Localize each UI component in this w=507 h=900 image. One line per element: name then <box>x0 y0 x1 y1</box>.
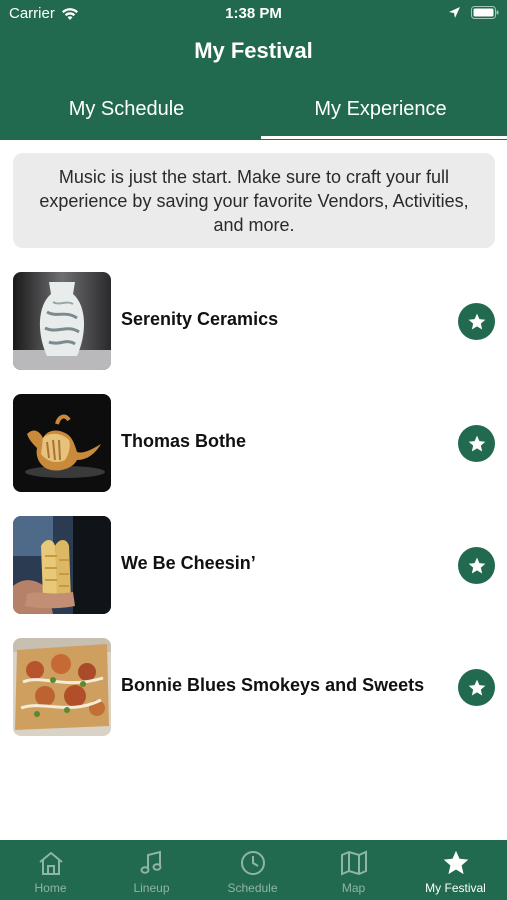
vendor-thumbnail <box>13 272 111 370</box>
tabbar-item-my-festival[interactable]: My Festival <box>404 840 507 900</box>
status-time: 1:38 PM <box>225 5 282 22</box>
info-banner: Music is just the start. Make sure to cr… <box>13 153 495 248</box>
tabbar-label: Lineup <box>133 881 170 895</box>
favorite-button[interactable] <box>458 669 495 706</box>
active-tab-indicator <box>261 136 507 139</box>
music-note-icon <box>140 850 161 874</box>
tabbar-label: Home <box>34 881 67 895</box>
page-title: My Festival <box>194 38 313 63</box>
star-icon <box>443 850 468 875</box>
status-bar: Carrier 1:38 PM <box>0 0 507 28</box>
tabbar-label: My Festival <box>425 881 486 895</box>
vendor-thumbnail <box>13 394 111 492</box>
star-icon <box>468 557 485 573</box>
tabbar-item-schedule[interactable]: Schedule <box>202 840 303 900</box>
favorite-button[interactable] <box>458 303 495 340</box>
location-arrow-icon <box>449 7 460 18</box>
list-item[interactable]: Thomas Bothe <box>0 394 507 494</box>
list-item[interactable]: We Be Cheesin’ <box>0 516 507 616</box>
battery-icon <box>471 6 499 19</box>
vendor-name: Serenity Ceramics <box>121 309 279 329</box>
home-icon <box>38 851 63 875</box>
list-item[interactable]: Bonnie Blues Smokeys and Sweets <box>0 638 507 738</box>
vendor-thumbnail <box>13 638 111 736</box>
tabbar-item-lineup[interactable]: Lineup <box>101 840 202 900</box>
vendor-name: Bonnie Blues Smokeys and Sweets <box>121 675 425 695</box>
star-icon <box>468 679 485 695</box>
star-icon <box>468 313 485 329</box>
favorite-button[interactable] <box>458 425 495 462</box>
tab-my-experience[interactable]: My Experience <box>254 98 507 121</box>
vendor-name: We Be Cheesin’ <box>121 553 256 573</box>
vendor-name: Thomas Bothe <box>121 431 247 451</box>
tabbar-item-home[interactable]: Home <box>0 840 101 900</box>
star-icon <box>468 435 485 451</box>
list-item[interactable]: Serenity Ceramics <box>0 272 507 372</box>
status-right <box>448 6 499 19</box>
header: Carrier 1:38 PM My Festival My Schedule … <box>0 0 507 140</box>
tabbar-item-map[interactable]: Map <box>303 840 404 900</box>
favorite-button[interactable] <box>458 547 495 584</box>
vendor-thumbnail <box>13 516 111 614</box>
clock-icon <box>240 851 265 875</box>
tab-my-schedule[interactable]: My Schedule <box>0 98 253 121</box>
tabbar-label: Schedule <box>227 881 278 895</box>
tabbar-label: Map <box>341 881 366 895</box>
map-icon <box>340 850 367 876</box>
bottom-tab-bar: Home Lineup Schedule Map My Festival <box>0 840 507 900</box>
